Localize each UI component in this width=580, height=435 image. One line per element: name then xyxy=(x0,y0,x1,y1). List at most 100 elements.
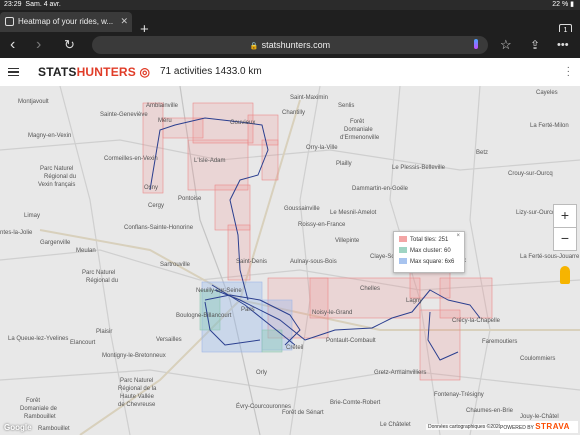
map-place-label: Magny-en-Vexin xyxy=(28,133,72,139)
status-bar: 23:29 Sam. 4 avr. 22 % ▮ xyxy=(0,0,580,10)
tab-title: Heatmap of your rides, w... xyxy=(18,17,114,26)
map-place-label: Coulommiers xyxy=(520,356,556,362)
map-place-label: Montigny-le-Bretonneux xyxy=(102,353,166,359)
powered-by-strava: POWERED BY STRAVA xyxy=(500,421,578,433)
map-place-label: Gretz-Armainvilliers xyxy=(374,370,427,376)
map-place-label: Noisy-le-Grand xyxy=(312,310,353,316)
map-place-label: Dammartin-en-Goële xyxy=(352,186,409,192)
map-place-label: Jouy-le-Châtel xyxy=(520,414,559,420)
map-place-label: La Queue-lez-Yvelines xyxy=(8,336,69,342)
map-place-label: Fontenay-Trésigny xyxy=(434,392,484,398)
map-place-label: Créteil xyxy=(286,345,304,351)
map-place-label: de Chevreuse xyxy=(118,402,156,408)
map-place-label: Neuilly-sur-Seine xyxy=(196,288,242,294)
map-place-label: Saint-Maximin xyxy=(290,95,329,101)
map-place-label: Parc Naturel xyxy=(40,166,74,172)
map-place-label: Osny xyxy=(144,185,159,191)
map-place-label: Faremoutiers xyxy=(482,339,518,345)
map-place-label: Cayeles xyxy=(536,90,558,96)
map-place-label: Domaniale de xyxy=(20,406,58,412)
map-place-label: Sainte-Geneviève xyxy=(100,112,148,118)
close-tab-icon[interactable]: ✕ xyxy=(120,16,128,27)
tile-stats-legend: × Total tiles: 251 Max cluster: 60 Max s… xyxy=(393,231,465,273)
bookmark-icon[interactable]: ☆ xyxy=(500,36,512,54)
map-place-label: Méru xyxy=(158,118,172,124)
map-place-label: Orly xyxy=(256,370,267,376)
logo[interactable]: STATSHUNTERS ◎ xyxy=(38,65,150,79)
map-place-label: Plailly xyxy=(336,161,352,167)
close-icon[interactable]: × xyxy=(456,233,460,239)
map-place-label: Sartrouville xyxy=(160,262,191,268)
more-icon[interactable]: ••• xyxy=(557,36,569,54)
map-place-label: Paris xyxy=(241,307,255,313)
map-attribution[interactable]: Données cartographiques ©2020 xyxy=(426,424,504,430)
map-place-label: Gouvieux xyxy=(230,120,256,126)
map-place-label: ntes-la-Jolie xyxy=(0,230,33,236)
lock-icon: 🔒 xyxy=(249,43,259,50)
map-place-label: Le Châtelet xyxy=(380,422,411,428)
map-place-label: L'Isle-Adam xyxy=(194,158,226,164)
map-place-label: Betz xyxy=(476,150,489,156)
swatch-green xyxy=(399,247,407,253)
map-place-label: Montjavoult xyxy=(18,99,49,105)
map-place-label: Le Plessis-Belleville xyxy=(392,165,446,171)
kebab-menu-icon[interactable]: · · · xyxy=(567,63,570,81)
map-place-label: d'Ermenonville xyxy=(340,135,380,141)
map-place-label: Boulogne-Billancourt xyxy=(176,313,232,319)
map-canvas[interactable]: Montjavoult Magny-en-Vexin Cormeilles-en-V… xyxy=(0,86,580,435)
legend-max-cluster: Max cluster: 60 xyxy=(399,247,451,255)
map-place-label: Cergy xyxy=(148,203,165,209)
address-bar[interactable]: 🔒 statshunters.com xyxy=(92,36,488,54)
map-place-label: Rambouillet xyxy=(38,426,70,432)
map-place-label: Lizy-sur-Ourcq xyxy=(516,210,556,216)
map-place-label: Chelles xyxy=(360,286,381,292)
map-place-label: Forêt xyxy=(26,398,41,404)
map-place-label: Lagny xyxy=(406,298,423,304)
map-place-label: Parc Naturel xyxy=(82,270,116,276)
map-place-label: Régional de la xyxy=(118,386,157,392)
map-place-label: Crouy-sur-Ourcq xyxy=(508,171,553,177)
swatch-red xyxy=(399,236,407,242)
favicon-icon xyxy=(5,17,14,26)
map-place-label: Versailles xyxy=(156,337,182,343)
browser-tab[interactable]: Heatmap of your rides, w... ✕ xyxy=(0,12,132,32)
microphone-icon[interactable] xyxy=(474,39,478,49)
legend-max-square: Max square: 6x6 xyxy=(399,258,454,266)
map-place-label: Goussainville xyxy=(284,206,320,212)
browser-toolbar: ‹ › ↻ 🔒 statshunters.com ☆ ⇪ ••• xyxy=(0,32,580,58)
forward-icon[interactable]: › xyxy=(36,36,41,54)
zoom-in-button[interactable]: + xyxy=(553,204,577,228)
map-place-label: La Ferté-Milon xyxy=(530,123,569,129)
legend-total-tiles: Total tiles: 251 xyxy=(399,236,448,244)
status-time: 23:29 Sam. 4 avr. xyxy=(4,1,61,8)
app-header: STATSHUNTERS ◎ 71 activities 1433.0 km ·… xyxy=(0,58,580,87)
map-place-label: La Ferté-sous-Jouarre xyxy=(520,254,580,260)
map-place-label: Senlis xyxy=(338,103,355,109)
swatch-blue xyxy=(399,258,407,264)
reload-icon[interactable]: ↻ xyxy=(64,36,75,54)
map-place-label: Brie-Comte-Robert xyxy=(330,400,381,406)
map-place-label: Pontoise xyxy=(178,196,202,202)
tab-bar: Heatmap of your rides, w... ✕ + 1 xyxy=(0,10,580,38)
share-icon[interactable]: ⇪ xyxy=(530,36,540,54)
map-place-label: Forêt de Sénart xyxy=(282,410,324,416)
map-place-label: Roissy-en-France xyxy=(298,222,346,228)
menu-icon[interactable] xyxy=(8,68,19,76)
zoom-out-button[interactable]: − xyxy=(553,227,577,251)
map-place-label: Forêt xyxy=(350,119,365,125)
map-place-label: Parc Naturel xyxy=(120,378,154,384)
map-place-label: Régional du xyxy=(44,174,77,180)
map-place-label: Plaisir xyxy=(96,329,113,335)
activity-summary: 71 activities 1433.0 km xyxy=(160,66,262,77)
map-place-label: Elancourt xyxy=(70,340,96,346)
map-place-label: Rambouillet xyxy=(24,414,56,420)
map-place-label: Domaniale xyxy=(344,127,373,133)
map-place-label: Cormeilles-en-Vexin xyxy=(104,156,158,162)
back-icon[interactable]: ‹ xyxy=(10,36,15,54)
map-place-label: Haute Vallée xyxy=(120,394,154,400)
map-place-label: Limay xyxy=(24,213,41,219)
map-place-label: Crécy-la-Chapelle xyxy=(452,318,501,324)
street-view-pegman-icon[interactable] xyxy=(560,266,570,284)
map-place-label: Villepinte xyxy=(335,238,360,244)
map-place-label: Pontault-Combault xyxy=(326,338,376,344)
